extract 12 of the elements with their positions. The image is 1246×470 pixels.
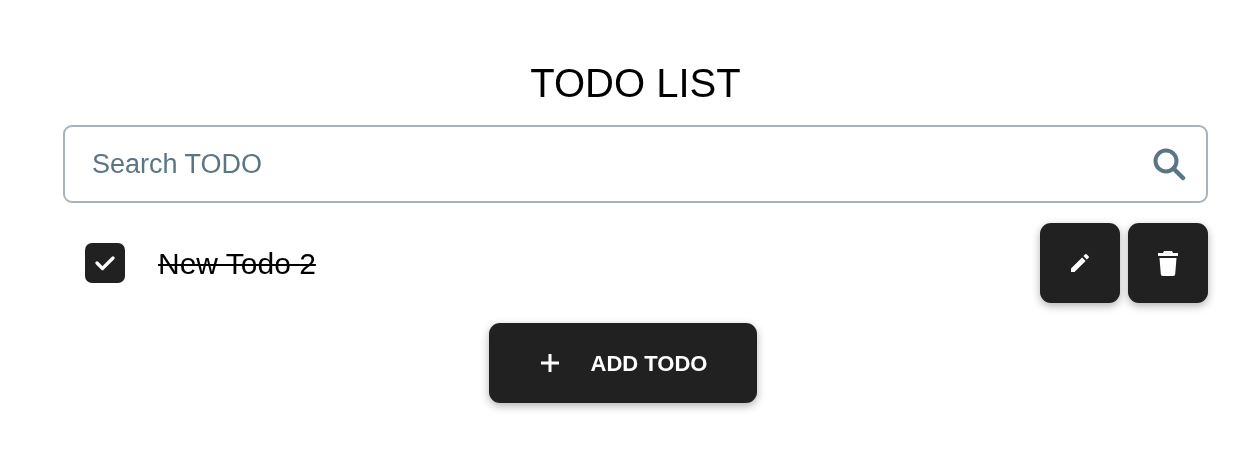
page-title: TODO LIST bbox=[529, 63, 742, 103]
checkbox[interactable] bbox=[85, 243, 125, 283]
checkmark-icon bbox=[95, 255, 115, 271]
plus-icon bbox=[538, 352, 561, 374]
todo-text: New Todo 2 bbox=[158, 245, 316, 282]
add-todo-button[interactable]: ADD TODO bbox=[489, 323, 757, 403]
pencil-icon bbox=[1068, 251, 1092, 275]
trash-icon bbox=[1157, 250, 1179, 276]
delete-button[interactable] bbox=[1128, 223, 1208, 303]
edit-button[interactable] bbox=[1040, 223, 1120, 303]
search-field[interactable]: Search TODO bbox=[63, 125, 1208, 203]
search-icon bbox=[1152, 147, 1186, 181]
